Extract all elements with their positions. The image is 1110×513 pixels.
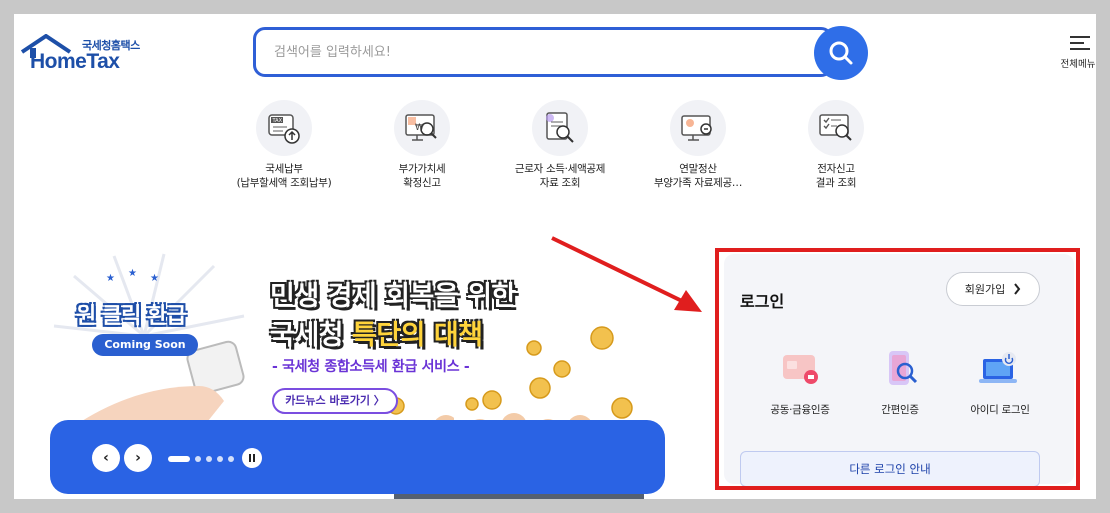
annotation-highlight-box — [715, 248, 1080, 490]
pagination-dot-active[interactable] — [168, 456, 190, 462]
quick-item-label: 부가가치세 확정신고 — [398, 163, 446, 189]
search-bar — [253, 26, 869, 80]
search-button[interactable] — [814, 26, 868, 80]
chevron-right-icon: › — [135, 450, 141, 466]
chevron-left-icon: ‹ — [103, 450, 109, 466]
svg-text:★: ★ — [128, 268, 137, 279]
annotation-arrow-icon — [551, 236, 702, 312]
year-end-settlement-icon — [670, 100, 726, 156]
banner-headline-2: 국세청 특단의 대책 — [270, 320, 483, 351]
full-menu-button[interactable]: 전체메뉴 — [1060, 36, 1096, 76]
coming-soon-badge: Coming Soon — [92, 334, 198, 356]
vat-report-icon: ₩ — [394, 100, 450, 156]
svg-text:TAX: TAX — [272, 118, 283, 124]
pagination-dot[interactable] — [217, 456, 223, 462]
svg-text:★: ★ — [106, 273, 115, 284]
tax-payment-icon: TAX — [256, 100, 312, 156]
quick-item-label: 전자신고 결과 조회 — [815, 163, 857, 189]
quick-item-vat[interactable]: ₩ 부가가치세 확정신고 — [352, 100, 492, 190]
banner-headline-1: 민생 경제 회복을 위한 — [270, 281, 516, 312]
pagination-dot[interactable] — [206, 456, 212, 462]
quick-item-label: 근로자 소득·세액공제 자료 조회 — [514, 163, 606, 189]
quick-item-tax-payment[interactable]: TAX 국세납부 (납부할세액 조회납부) — [214, 100, 354, 190]
banner-prev-button[interactable]: ‹ — [92, 444, 120, 472]
pagination-dot[interactable] — [195, 456, 201, 462]
banner-badge-title: 원 클릭 환급 — [76, 304, 187, 329]
quick-item-deduction[interactable]: 근로자 소득·세액공제 자료 조회 — [490, 100, 630, 190]
quick-menu: TAX 국세납부 (납부할세액 조회납부) ₩ 부가가치세 확정신고 근로자 소… — [14, 100, 1096, 200]
banner-subtitle: - 국세청 종합소득세 환급 서비스 - — [272, 359, 470, 375]
full-menu-label: 전체메뉴 — [1060, 59, 1096, 70]
hometax-main-page: 국세청홈택스 HomeTax 전체메뉴 TAX — [14, 14, 1096, 499]
banner-headline-highlight: 특단의 대책 — [351, 320, 483, 351]
banner-next-button[interactable]: › — [124, 444, 152, 472]
logo-title: HomeTax — [30, 50, 120, 73]
search-icon — [829, 41, 853, 65]
banner-pause-button[interactable] — [242, 448, 262, 468]
deduction-lookup-icon — [532, 100, 588, 156]
quick-item-e-filing[interactable]: 전자신고 결과 조회 — [766, 100, 906, 190]
pause-icon — [249, 454, 255, 462]
quick-item-label: 국세납부 (납부할세액 조회납부) — [236, 163, 332, 189]
svg-text:★: ★ — [150, 273, 159, 284]
pagination-dot[interactable] — [228, 456, 234, 462]
e-filing-result-icon — [808, 100, 864, 156]
cardnews-button[interactable]: 카드뉴스 바로가기 〉 — [272, 388, 398, 414]
quick-item-label: 연말정산 부양가족 자료제공… — [653, 163, 743, 189]
search-input[interactable] — [253, 27, 833, 77]
banner-controls: ‹ › — [50, 420, 665, 494]
hometax-logo[interactable]: 국세청홈택스 HomeTax — [20, 34, 146, 76]
quick-item-year-end[interactable]: 연말정산 부양가족 자료제공… — [628, 100, 768, 190]
hamburger-icon — [1070, 36, 1090, 50]
